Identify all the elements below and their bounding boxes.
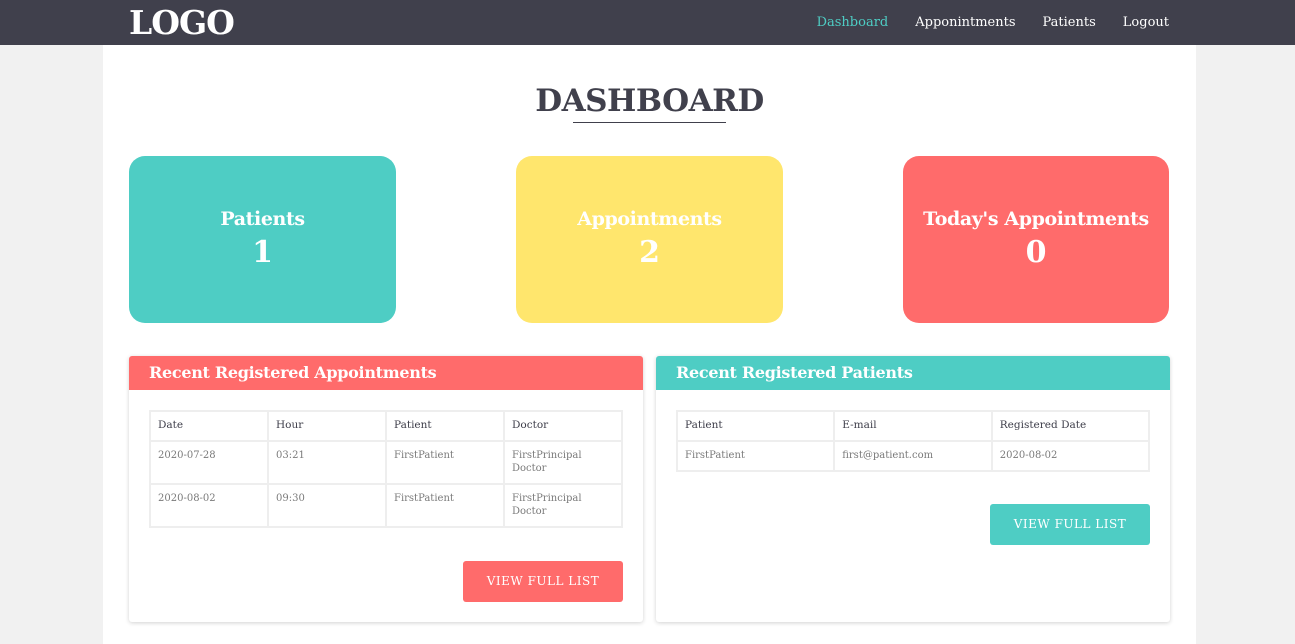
nav-links: Dashboard Apponintments Patients Logout bbox=[790, 0, 1169, 45]
table-row: 2020-08-02 09:30 FirstPatient FirstPrinc… bbox=[149, 483, 623, 528]
main-container: DASHBOARD Patients 1 Appointments 2 Toda… bbox=[103, 45, 1196, 644]
cell-hour: 03:21 bbox=[267, 440, 387, 485]
column-header-patient: Patient bbox=[675, 410, 836, 442]
recent-appointments-table: Date Hour Patient Doctor 2020-07-28 03:2… bbox=[149, 410, 623, 528]
stat-card-today-appointments[interactable]: Today's Appointments 0 bbox=[903, 156, 1169, 323]
nav-link-appointments[interactable]: Apponintments bbox=[915, 15, 1015, 30]
cell-patient: FirstPatient bbox=[385, 440, 505, 485]
cell-email: first@patient.com bbox=[833, 440, 993, 472]
title-underline bbox=[573, 122, 726, 123]
logo[interactable]: LOGO bbox=[129, 3, 235, 42]
nav-link-patients[interactable]: Patients bbox=[1043, 15, 1096, 30]
page-title: DASHBOARD bbox=[535, 83, 764, 119]
column-header-patient: Patient bbox=[385, 410, 505, 442]
cell-hour: 09:30 bbox=[267, 483, 387, 528]
stat-label-today-appointments: Today's Appointments bbox=[923, 208, 1149, 230]
cell-doctor: FirstPrincipal Doctor bbox=[503, 483, 623, 528]
cell-registered-date: 2020-08-02 bbox=[990, 440, 1151, 472]
table-header-row: Date Hour Patient Doctor bbox=[149, 410, 623, 442]
cell-patient: FirstPatient bbox=[675, 440, 836, 472]
stat-value-patients: 1 bbox=[252, 235, 273, 270]
view-full-list-appointments-button[interactable]: VIEW FULL LIST bbox=[463, 561, 623, 602]
recent-patients-panel: Recent Registered Patients Patient E-mai… bbox=[656, 356, 1170, 622]
view-full-list-patients-button[interactable]: VIEW FULL LIST bbox=[990, 504, 1150, 545]
stat-card-appointments[interactable]: Appointments 2 bbox=[516, 156, 783, 323]
nav-link-logout[interactable]: Logout bbox=[1123, 15, 1169, 30]
column-header-hour: Hour bbox=[267, 410, 387, 442]
stat-label-appointments: Appointments bbox=[577, 208, 722, 230]
table-row: FirstPatient first@patient.com 2020-08-0… bbox=[675, 440, 1151, 472]
stat-card-patients[interactable]: Patients 1 bbox=[129, 156, 396, 323]
column-header-email: E-mail bbox=[833, 410, 993, 442]
column-header-registered-date: Registered Date bbox=[990, 410, 1151, 442]
nav-link-dashboard[interactable]: Dashboard bbox=[817, 15, 889, 30]
cell-date: 2020-08-02 bbox=[149, 483, 269, 528]
table-row: 2020-07-28 03:21 FirstPatient FirstPrinc… bbox=[149, 440, 623, 485]
cell-doctor: FirstPrincipal Doctor bbox=[503, 440, 623, 485]
recent-patients-table: Patient E-mail Registered Date FirstPati… bbox=[675, 410, 1151, 472]
column-header-doctor: Doctor bbox=[503, 410, 623, 442]
table-header-row: Patient E-mail Registered Date bbox=[675, 410, 1151, 442]
recent-appointments-panel: Recent Registered Appointments Date Hour… bbox=[129, 356, 643, 622]
column-header-date: Date bbox=[149, 410, 269, 442]
cell-patient: FirstPatient bbox=[385, 483, 505, 528]
stat-label-patients: Patients bbox=[220, 208, 305, 230]
recent-appointments-title: Recent Registered Appointments bbox=[129, 356, 643, 390]
stat-value-today-appointments: 0 bbox=[1025, 235, 1047, 270]
top-navbar: LOGO Dashboard Apponintments Patients Lo… bbox=[0, 0, 1295, 45]
recent-patients-title: Recent Registered Patients bbox=[656, 356, 1170, 390]
cell-date: 2020-07-28 bbox=[149, 440, 269, 485]
stat-value-appointments: 2 bbox=[639, 235, 660, 270]
